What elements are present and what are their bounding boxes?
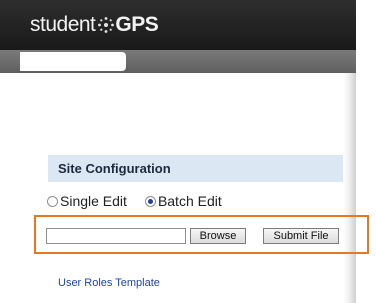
app-header: student GPS (0, 0, 356, 50)
single-edit-option[interactable]: Single Edit (47, 193, 127, 209)
gps-star-icon (98, 17, 115, 33)
file-path-input[interactable] (46, 228, 186, 244)
batch-edit-label: Batch Edit (157, 193, 222, 209)
single-edit-label: Single Edit (60, 193, 127, 209)
section-title: Site Configuration (58, 161, 171, 176)
logo-prefix-text: student (30, 13, 96, 36)
batch-edit-radio[interactable] (144, 195, 156, 207)
logo-suffix-text: GPS (115, 13, 159, 36)
single-edit-radio[interactable] (47, 195, 58, 207)
studentgps-logo[interactable]: student GPS (30, 12, 159, 38)
user-roles-template-link[interactable]: User Roles Template (58, 277, 160, 289)
app-viewport: student GPS Site Configuration Single Ed… (0, 0, 376, 303)
browse-button[interactable]: Browse (190, 228, 246, 244)
nav-tab-active[interactable] (20, 52, 126, 71)
submit-file-button[interactable]: Submit File (263, 228, 339, 244)
edit-mode-radio-group: Single Edit Batch Edit (47, 193, 222, 209)
page-edge-shadow (343, 73, 356, 303)
section-header: Site Configuration (48, 155, 343, 182)
batch-edit-option[interactable]: Batch Edit (144, 193, 222, 209)
right-margin (356, 0, 376, 303)
